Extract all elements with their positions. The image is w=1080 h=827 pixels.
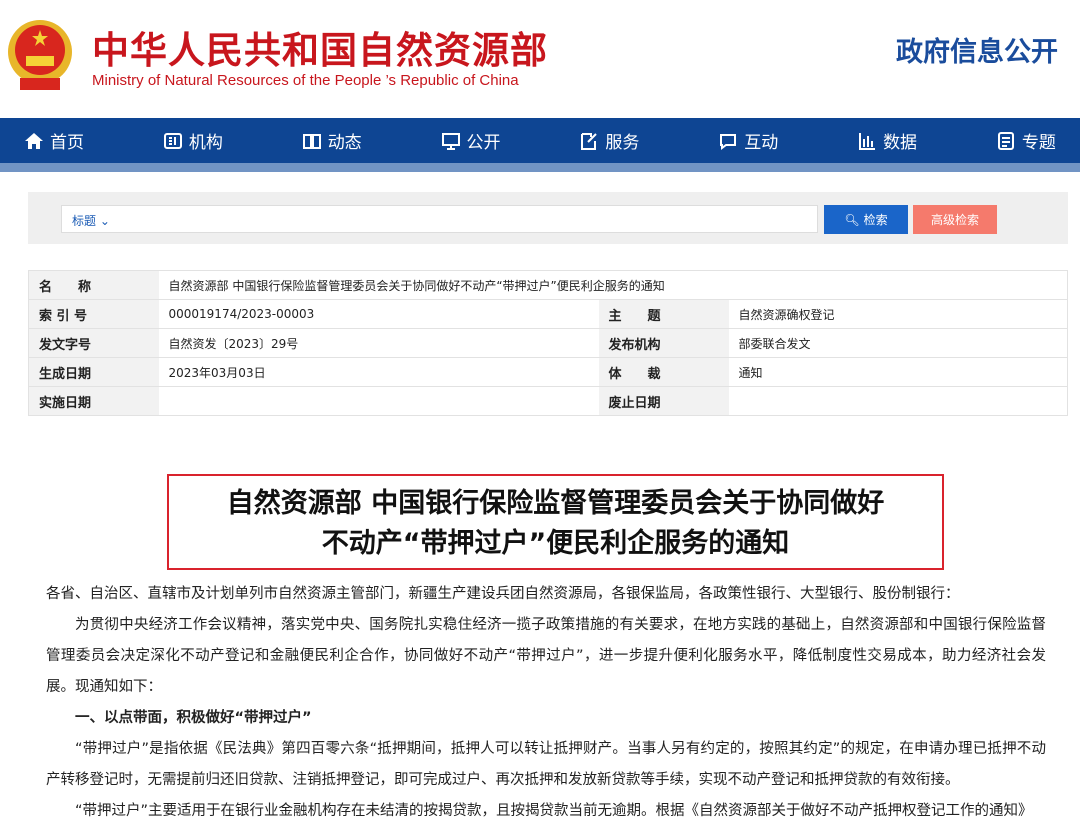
nav-item-label: 动态 — [327, 133, 362, 153]
title-line-1: 自然资源部 中国银行保险监督管理委员会关于协同做好 — [226, 488, 885, 519]
nav-item-7[interactable]: 专题 — [996, 118, 1056, 163]
table-row: 索 引 号 000019174/2023-00003 主 题自然资源确权登记 — [28, 299, 1068, 329]
search-input[interactable]: 标题 ⌄ — [61, 205, 818, 233]
nav-item-label: 首页 — [50, 133, 84, 153]
topic-icon — [997, 131, 1014, 150]
chat-icon — [720, 133, 737, 150]
nav-item-label: 服务 — [605, 133, 640, 153]
book-icon — [302, 133, 321, 149]
title-line-2: 不动产“带押过户”便民利企服务的通知 — [321, 528, 790, 559]
edit-icon — [581, 132, 598, 150]
nav-divider — [0, 163, 1080, 172]
docno-label: 发文字号 — [28, 328, 159, 358]
site-header: 中华人民共和国自然资源部 Ministry of Natural Resourc… — [0, 0, 1080, 118]
publisher-value: 部委联合发文 — [728, 328, 1068, 358]
effective-value — [158, 386, 599, 416]
nav-item-1[interactable]: 机构 — [163, 118, 223, 163]
topic-label: 主 题 — [598, 299, 729, 329]
date-label: 生成日期 — [28, 357, 159, 387]
section-heading: 一、以点带面，积极做好“带押过户” — [75, 710, 312, 726]
search-bar: 标题 ⌄ 🔍︎ 检索 高级检索 — [28, 192, 1068, 244]
docno-value: 自然资发〔2023〕29号 — [158, 328, 599, 358]
table-row: 名 称自然资源部 中国银行保险监督管理委员会关于协同做好不动产“带押过户”便民利… — [28, 270, 1068, 300]
table-row: 发文字号 自然资发〔2023〕29号 发布机构 部委联合发文 — [28, 328, 1068, 358]
nav-item-label: 机构 — [188, 133, 223, 153]
search-icon: 🔍︎ — [844, 212, 860, 227]
abolish-value — [728, 386, 1068, 416]
monitor-icon — [441, 132, 460, 150]
body-paragraph: “带押过户”是指依据《民法典》第四百零六条“抵押期间，抵押人可以转让抵押财产。当… — [46, 741, 1046, 788]
search-button-label: 检索 — [863, 213, 888, 227]
genre-value: 通知 — [728, 357, 1068, 387]
table-row: 实施日期 废止日期 — [28, 386, 1068, 416]
site-title-cn: 中华人民共和国自然资源部 — [92, 29, 548, 72]
search-field-select[interactable]: 标题 — [72, 214, 96, 228]
publisher-label: 发布机构 — [598, 328, 729, 358]
national-emblem-logo — [8, 20, 72, 90]
document-body: 各省、自治区、直辖市及计划单列市自然资源主管部门，新疆生产建设兵团自然资源局，各… — [46, 579, 1046, 827]
effective-label: 实施日期 — [28, 386, 159, 416]
nav-item-label: 公开 — [466, 133, 501, 153]
nav-item-2[interactable]: 动态 — [302, 118, 362, 163]
home-icon — [25, 132, 43, 149]
name-label: 名 称 — [28, 270, 159, 300]
nav-item-4[interactable]: 服务 — [579, 118, 639, 163]
genre-label: 体 裁 — [598, 357, 729, 387]
body-paragraph: “带押过户”主要适用于在银行业金融机构存在未结清的按揭贷款，且按揭贷款当前无逾期… — [75, 803, 1033, 819]
abolish-label: 废止日期 — [598, 386, 729, 416]
table-row: 生成日期 2023年03月03日体 裁通知 — [28, 357, 1068, 387]
chevron-down-icon: ⌄ — [99, 214, 110, 228]
document-title: 自然资源部 中国银行保险监督管理委员会关于协同做好 不动产“带押过户”便民利企服… — [167, 474, 944, 570]
topic-value: 自然资源确权登记 — [728, 299, 1068, 329]
nav-item-label: 专题 — [1021, 133, 1056, 153]
body-paragraph: 为贯彻中央经济工作会议精神，落实党中央、国务院扎实稳住经济一揽子政策措施的有关要… — [46, 617, 1046, 695]
organization-icon — [163, 132, 182, 149]
date-value: 2023年03月03日 — [158, 357, 599, 387]
index-label: 索 引 号 — [28, 299, 159, 329]
nav-item-5[interactable]: 互动 — [718, 118, 778, 163]
search-button[interactable]: 🔍︎ 检索 — [824, 205, 908, 234]
nav-item-6[interactable]: 数据 — [857, 118, 917, 163]
nav-item-0[interactable]: 首页 — [24, 118, 84, 163]
name-value: 自然资源部 中国银行保险监督管理委员会关于协同做好不动产“带押过户”便民利企服务… — [158, 270, 1068, 300]
bar-chart-icon — [859, 132, 876, 150]
addressee-paragraph: 各省、自治区、直辖市及计划单列市自然资源主管部门，新疆生产建设兵团自然资源局，各… — [46, 586, 960, 602]
nav-item-label: 互动 — [744, 133, 779, 153]
index-value: 000019174/2023-00003 — [158, 299, 599, 329]
document-metadata-table: 名 称自然资源部 中国银行保险监督管理委员会关于协同做好不动产“带押过户”便民利… — [28, 270, 1068, 416]
nav-item-3[interactable]: 公开 — [441, 118, 501, 163]
site-title-en: Ministry of Natural Resources of the Peo… — [92, 72, 519, 89]
main-nav: 首页 机构 动态 公开 服务 互动 数据 专题 — [0, 118, 1080, 163]
gov-info-open-title[interactable]: 政府信息公开 — [896, 30, 1058, 69]
nav-item-label: 数据 — [883, 133, 918, 153]
advanced-search-button[interactable]: 高级检索 — [913, 205, 997, 234]
